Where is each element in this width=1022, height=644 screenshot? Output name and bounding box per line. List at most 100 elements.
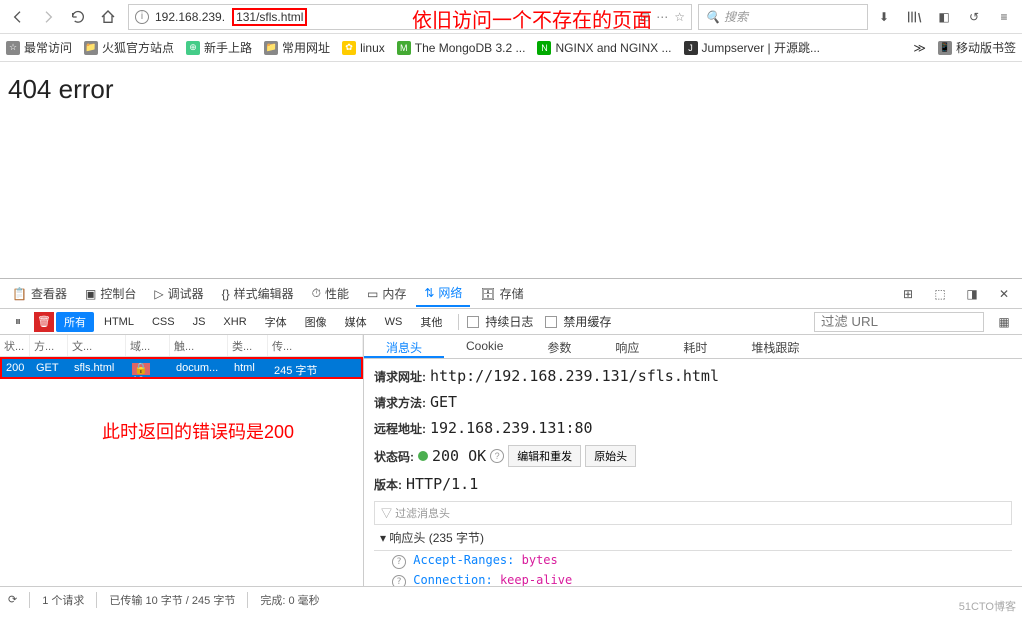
search-bar[interactable]: 🔍 搜索 <box>698 4 868 30</box>
url-text-prefix: 192.168.239. <box>155 10 225 24</box>
dtab-params[interactable]: 参数 <box>525 335 593 358</box>
response-headers-toggle[interactable]: ▾ 响应头 (235 字节) <box>374 525 1012 551</box>
dtab-cookie[interactable]: Cookie <box>444 335 525 358</box>
help-icon[interactable]: ? <box>490 449 504 463</box>
clear-button[interactable]: 🗑 <box>34 312 54 332</box>
persist-checkbox[interactable] <box>467 316 479 328</box>
filter-url-input[interactable] <box>814 312 984 332</box>
filter-ws[interactable]: WS <box>377 314 411 330</box>
request-list: 状... 方... 文... 域... 触... 类... 传... 200 G… <box>0 335 364 586</box>
remote-label: 远程地址: <box>374 420 426 437</box>
annotation-mid: 此时返回的错误码是200 <box>102 418 294 444</box>
filter-css[interactable]: CSS <box>144 314 183 330</box>
library-button[interactable] <box>900 3 928 31</box>
tab-console[interactable]: ▣ 控制台 <box>77 281 144 306</box>
header-row: ? Accept-Ranges: bytes <box>374 551 1012 571</box>
header-row: ? Connection: keep-alive <box>374 571 1012 586</box>
star-icon[interactable]: ☆ <box>674 10 685 24</box>
pause-icon[interactable]: ⏸ <box>4 308 32 336</box>
favicon-icon: J <box>684 41 698 55</box>
filter-xhr[interactable]: XHR <box>215 314 254 330</box>
favicon-icon: M <box>397 41 411 55</box>
favicon-icon: 📁 <box>84 41 98 55</box>
devtools-filter-bar: ⏸ 🗑 所有 HTML CSS JS XHR 字体 图像 媒体 WS 其他 持续… <box>0 309 1022 335</box>
filter-headers-input[interactable]: ▽ 过滤消息头 <box>374 501 1012 525</box>
dtab-headers[interactable]: 消息头 <box>364 335 444 358</box>
downloads-button[interactable]: ⬇ <box>870 3 898 31</box>
filter-media[interactable]: 媒体 <box>337 312 375 332</box>
tab-debugger[interactable]: ▷ 调试器 <box>146 281 211 306</box>
favicon-icon: 📁 <box>264 41 278 55</box>
reload-icon <box>70 9 86 25</box>
dtab-stack[interactable]: 堆栈跟踪 <box>729 335 821 358</box>
tab-network[interactable]: ⇅ 网络 <box>416 280 470 307</box>
domain-icon: 🔒 <box>132 363 150 375</box>
search-icon: 🔍 <box>705 10 720 24</box>
edit-resend-button[interactable]: 编辑和重发 <box>508 445 581 467</box>
favicon-icon: ⊕ <box>186 41 200 55</box>
dtab-timing[interactable]: 耗时 <box>661 335 729 358</box>
tab-style[interactable]: {} 样式编辑器 <box>214 281 302 306</box>
url-text-highlight: 131/sfls.html <box>232 8 307 26</box>
back-icon <box>10 9 26 25</box>
filter-font[interactable]: 字体 <box>257 312 295 332</box>
filter-all[interactable]: 所有 <box>56 312 94 332</box>
method-label: 请求方法: <box>374 394 426 411</box>
help-icon[interactable]: ? <box>392 555 406 569</box>
bookmark-item[interactable]: MThe MongoDB 3.2 ... <box>397 41 526 55</box>
filter-other[interactable]: 其他 <box>412 312 450 332</box>
dt-dock-icon[interactable]: ◨ <box>958 280 986 308</box>
favicon-icon: ☆ <box>6 41 20 55</box>
bookmark-item[interactable]: NNGINX and NGINX ... <box>537 41 671 55</box>
bookmark-bar: ☆最常访问 📁火狐官方站点 ⊕新手上路 📁常用网址 ✿linux MThe Mo… <box>0 34 1022 62</box>
request-columns: 状... 方... 文... 域... 触... 类... 传... <box>0 335 363 357</box>
bookmark-item[interactable]: ☆最常访问 <box>6 39 72 56</box>
bookmark-item[interactable]: JJumpserver | 开源跳... <box>684 39 820 56</box>
help-icon[interactable]: ? <box>392 575 406 586</box>
history-button[interactable]: ↺ <box>960 3 988 31</box>
menu-button[interactable]: ≡ <box>990 3 1018 31</box>
forward-button[interactable] <box>34 3 62 31</box>
status-dot-icon <box>418 451 428 461</box>
ellipsis-icon[interactable]: ⋯ <box>656 10 668 24</box>
bookmark-item[interactable]: ⊕新手上路 <box>186 39 252 56</box>
har-icon[interactable]: ▦ <box>990 308 1018 336</box>
request-row[interactable]: 200 GET sfls.html 🔒 19... docum... html … <box>0 357 363 379</box>
filter-js[interactable]: JS <box>185 314 214 330</box>
dt-options-icon[interactable]: ⊞ <box>894 280 922 308</box>
tab-inspector[interactable]: 📋 查看器 <box>4 281 75 306</box>
bookmark-item[interactable]: 📁常用网址 <box>264 39 330 56</box>
overflow-icon[interactable]: ≫ <box>913 41 926 55</box>
tab-storage[interactable]: 🗄 存储 <box>472 281 531 306</box>
requests-count: 1 个请求 <box>42 592 84 608</box>
reload-button[interactable] <box>64 3 92 31</box>
filter-img[interactable]: 图像 <box>297 312 335 332</box>
version-label: 版本: <box>374 476 402 493</box>
persist-label: 持续日志 <box>485 313 533 330</box>
back-button[interactable] <box>4 3 32 31</box>
dtab-response[interactable]: 响应 <box>593 335 661 358</box>
filter-html[interactable]: HTML <box>96 314 142 330</box>
page-content: 404 error <box>0 62 1022 278</box>
mobile-bookmarks[interactable]: 📱移动版书签 <box>938 39 1016 56</box>
dt-responsive-icon[interactable]: ⬚ <box>926 280 954 308</box>
disable-cache-checkbox[interactable] <box>545 316 557 328</box>
mobile-icon: 📱 <box>938 41 952 55</box>
dt-close-icon[interactable]: ✕ <box>990 280 1018 308</box>
devtools-tabs: 📋 查看器 ▣ 控制台 ▷ 调试器 {} 样式编辑器 ⏱ 性能 ▭ 内存 ⇅ 网… <box>0 279 1022 309</box>
raw-headers-button[interactable]: 原始头 <box>585 445 636 467</box>
home-button[interactable] <box>94 3 122 31</box>
favicon-icon: ✿ <box>342 41 356 55</box>
bookmark-item[interactable]: ✿linux <box>342 41 385 55</box>
method-value: GET <box>430 393 457 411</box>
bookmark-item[interactable]: 📁火狐官方站点 <box>84 39 174 56</box>
perf-icon[interactable]: ⟳ <box>8 593 17 606</box>
tab-perf[interactable]: ⏱ 性能 <box>304 281 357 306</box>
sidebar-button[interactable]: ◧ <box>930 3 958 31</box>
url-value: http://192.168.239.131/sfls.html <box>430 367 719 385</box>
detail-tabs: 消息头 Cookie 参数 响应 耗时 堆栈跟踪 <box>364 335 1022 359</box>
tab-memory[interactable]: ▭ 内存 <box>359 281 414 306</box>
version-value: HTTP/1.1 <box>406 475 478 493</box>
annotation-top: 依旧访问一个不存在的页面 <box>412 4 652 33</box>
info-icon[interactable]: i <box>135 10 149 24</box>
